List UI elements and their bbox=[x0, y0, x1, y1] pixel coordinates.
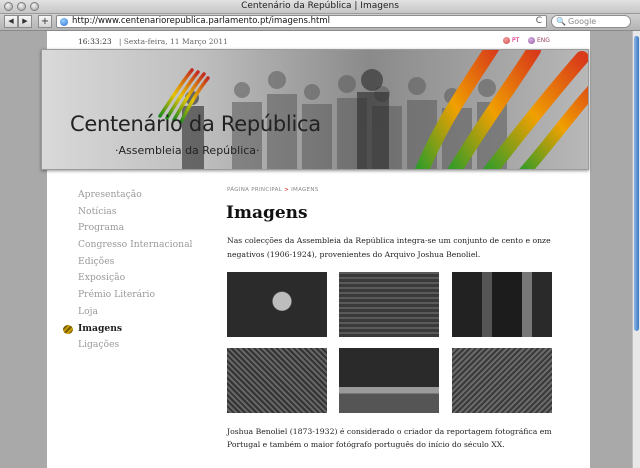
lang-en-link[interactable]: ENG bbox=[528, 37, 550, 44]
browser-toolbar: ◀ ▶ + http://www.centenariorepublica.par… bbox=[0, 14, 640, 31]
reload-icon[interactable]: C bbox=[536, 16, 542, 27]
breadcrumb-home[interactable]: PÁGINA PRINCIPAL bbox=[227, 187, 282, 193]
breadcrumb: PÁGINA PRINCIPAL > IMAGENS bbox=[227, 187, 319, 193]
intro-paragraph: Nas colecções da Assembleia da República… bbox=[227, 236, 551, 259]
active-ribbon-icon bbox=[63, 324, 73, 334]
en-flag-icon bbox=[528, 37, 535, 44]
sidebar-item-loja[interactable]: Loja bbox=[78, 304, 192, 321]
url-text[interactable]: http://www.centenariorepublica.parlament… bbox=[72, 16, 330, 27]
photo-thumbnail[interactable] bbox=[339, 348, 439, 413]
forward-button[interactable]: ▶ bbox=[18, 15, 32, 28]
lang-pt-link[interactable]: PT bbox=[503, 37, 519, 44]
breadcrumb-separator: > bbox=[284, 187, 290, 193]
sidebar-item-imagens[interactable]: Imagens bbox=[63, 321, 192, 338]
sidebar-item-ligacoes[interactable]: Ligações bbox=[78, 337, 192, 354]
scrollbar-thumb[interactable] bbox=[634, 36, 639, 331]
breadcrumb-current: IMAGENS bbox=[291, 187, 319, 193]
search-icon: 🔍 bbox=[556, 17, 566, 26]
current-date: | Sexta-feira, 11 Março 2011 bbox=[118, 37, 228, 46]
search-field[interactable]: 🔍 Google bbox=[551, 15, 631, 28]
lang-pt-label: PT bbox=[512, 37, 520, 44]
vertical-scrollbar[interactable] bbox=[632, 31, 640, 468]
photo-thumbnail[interactable] bbox=[227, 348, 327, 413]
back-button[interactable]: ◀ bbox=[4, 15, 18, 28]
window-titlebar: Centenário da República | Imagens bbox=[0, 0, 640, 14]
add-bookmark-button[interactable]: + bbox=[38, 15, 52, 28]
sidebar-item-congresso[interactable]: Congresso Internacional bbox=[78, 237, 192, 254]
sidebar-item-apresentacao[interactable]: Apresentação bbox=[78, 187, 192, 204]
site-globe-icon bbox=[60, 18, 68, 26]
bio-paragraph: Joshua Benoliel (1873-1932) é considerad… bbox=[227, 427, 552, 449]
header-banner: Centenário da República ·Assembleia da R… bbox=[41, 49, 589, 170]
sidebar-item-exposicao[interactable]: Exposição bbox=[78, 270, 192, 287]
photo-thumbnail[interactable] bbox=[452, 272, 552, 337]
search-placeholder: Google bbox=[568, 17, 597, 26]
sidebar-item-label: Imagens bbox=[78, 322, 123, 334]
sidebar-item-edicoes[interactable]: Edições bbox=[78, 254, 192, 271]
lang-en-label: ENG bbox=[537, 37, 550, 44]
photo-thumbnail[interactable] bbox=[339, 272, 439, 337]
photo-thumbnail[interactable] bbox=[227, 272, 327, 337]
photo-thumbnail[interactable] bbox=[452, 348, 552, 413]
web-page: 16:33:23 | Sexta-feira, 11 Março 2011 PT… bbox=[41, 31, 590, 468]
address-bar[interactable]: http://www.centenariorepublica.parlament… bbox=[56, 15, 547, 28]
window-title: Centenário da República | Imagens bbox=[241, 1, 399, 11]
pt-flag-icon bbox=[503, 37, 510, 44]
date-time: 16:33:23 | Sexta-feira, 11 Março 2011 bbox=[78, 37, 228, 46]
clock-time: 16:33:23 bbox=[78, 37, 112, 46]
sidebar-nav: Apresentação Notícias Programa Congresso… bbox=[63, 187, 192, 354]
sidebar-item-premio[interactable]: Prémio Literário bbox=[78, 287, 192, 304]
page-title: Imagens bbox=[226, 203, 308, 223]
sidebar-item-noticias[interactable]: Notícias bbox=[78, 204, 192, 221]
banner-subtitle: ·Assembleia da República· bbox=[115, 144, 260, 157]
sidebar-item-programa[interactable]: Programa bbox=[78, 220, 192, 237]
banner-title: Centenário da República bbox=[70, 112, 321, 136]
